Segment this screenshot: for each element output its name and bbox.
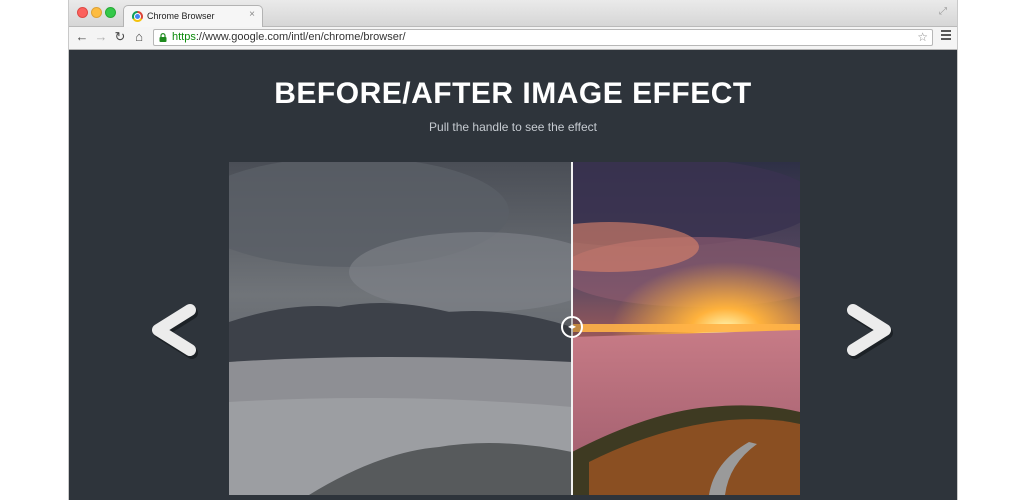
- browser-toolbar: ← → ↻ ⌂ https://www.google.com/intl/en/c…: [69, 27, 957, 50]
- tab-title: Chrome Browser: [147, 11, 215, 21]
- chrome-favicon-icon: [132, 11, 143, 22]
- url-text[interactable]: https://www.google.com/intl/en/chrome/br…: [172, 31, 406, 43]
- fullscreen-icon[interactable]: ⤢: [937, 6, 949, 18]
- window-close-button[interactable]: [77, 7, 88, 18]
- page-content: BEFORE/AFTER IMAGE EFFECT Pull the handl…: [69, 50, 957, 500]
- forward-icon[interactable]: →: [93, 29, 109, 45]
- before-image: [229, 162, 572, 495]
- star-icon[interactable]: ☆: [917, 30, 928, 44]
- tab-close-button[interactable]: ×: [249, 9, 255, 20]
- menu-icon[interactable]: [941, 30, 951, 40]
- prev-arrow-icon[interactable]: [144, 300, 204, 360]
- back-icon[interactable]: ←: [74, 29, 90, 45]
- browser-window: Chrome Browser × ⤢ ← → ↻ ⌂ https://www.g…: [68, 0, 958, 500]
- lock-icon: [159, 33, 167, 42]
- page-subtitle: Pull the handle to see the effect: [429, 120, 597, 134]
- browser-tab[interactable]: Chrome Browser ×: [123, 5, 263, 27]
- next-arrow-icon[interactable]: [839, 300, 899, 360]
- address-bar[interactable]: https://www.google.com/intl/en/chrome/br…: [153, 29, 933, 46]
- slider-handle[interactable]: ◂▸: [561, 316, 583, 338]
- window-maximize-button[interactable]: [105, 7, 116, 18]
- reload-icon[interactable]: ↻: [112, 29, 128, 45]
- url-path: ://www.google.com/intl/en/chrome/browser…: [195, 31, 406, 43]
- url-scheme: https: [172, 31, 196, 43]
- window-minimize-button[interactable]: [91, 7, 102, 18]
- home-icon[interactable]: ⌂: [131, 29, 147, 45]
- before-after-slider[interactable]: ◂▸: [229, 162, 800, 495]
- title-bar: Chrome Browser × ⤢: [69, 0, 957, 27]
- page-title: BEFORE/AFTER IMAGE EFFECT: [274, 77, 752, 110]
